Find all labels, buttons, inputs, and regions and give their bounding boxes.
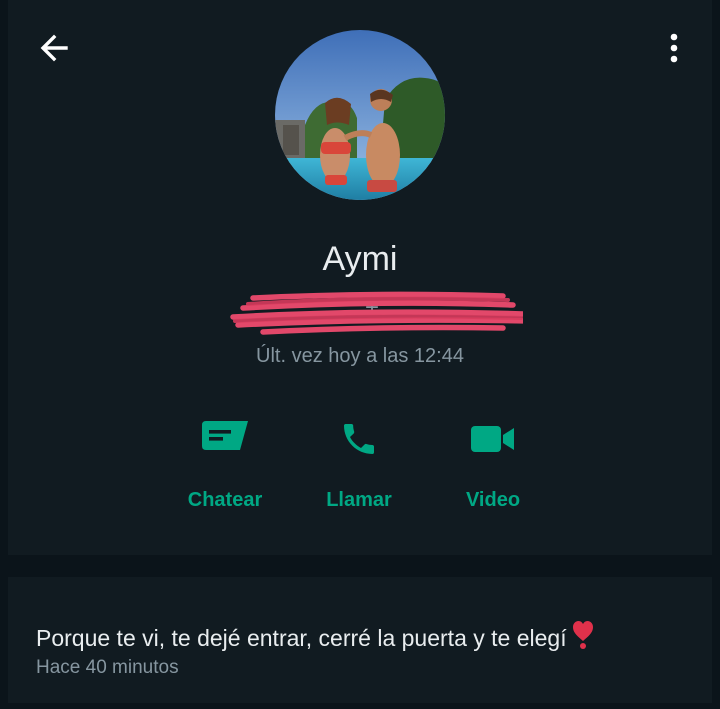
about-section[interactable]: Porque te vi, te dejé entrar, cerré la p… <box>8 577 712 703</box>
profile-photo[interactable] <box>275 30 445 200</box>
red-heart-emoji-icon <box>572 621 593 655</box>
contact-header-section: Aymi + Últ. vez hoy a las 12:44 Chatear <box>8 0 712 555</box>
video-icon <box>468 414 518 464</box>
more-vertical-icon <box>670 33 678 63</box>
arrow-left-icon <box>40 34 68 62</box>
about-status-text: Porque te vi, te dejé entrar, cerré la p… <box>36 625 567 651</box>
red-scribble-redaction <box>230 291 523 335</box>
last-seen-status: Últ. vez hoy a las 12:44 <box>256 345 464 367</box>
call-button-label: Llamar <box>326 489 392 511</box>
chat-button[interactable]: Chatear <box>165 414 285 524</box>
call-button[interactable]: Llamar <box>299 414 419 524</box>
bottom-divider <box>8 703 712 709</box>
phone-icon <box>334 414 384 464</box>
phone-number-redacted: + <box>223 290 523 336</box>
chat-icon <box>200 414 250 464</box>
section-divider <box>8 555 712 577</box>
contact-name: Aymi <box>322 240 398 278</box>
video-call-button[interactable]: Video <box>433 414 553 524</box>
more-options-button[interactable] <box>658 28 690 68</box>
chat-button-label: Chatear <box>187 489 263 511</box>
profile-photo-image <box>275 30 445 200</box>
video-button-label: Video <box>465 489 521 511</box>
about-status-line: Porque te vi, te dejé entrar, cerré la p… <box>36 621 593 655</box>
about-timestamp: Hace 40 minutos <box>36 657 179 678</box>
back-button[interactable] <box>32 26 76 70</box>
contact-info-screen: Aymi + Últ. vez hoy a las 12:44 Chatear <box>8 0 712 709</box>
